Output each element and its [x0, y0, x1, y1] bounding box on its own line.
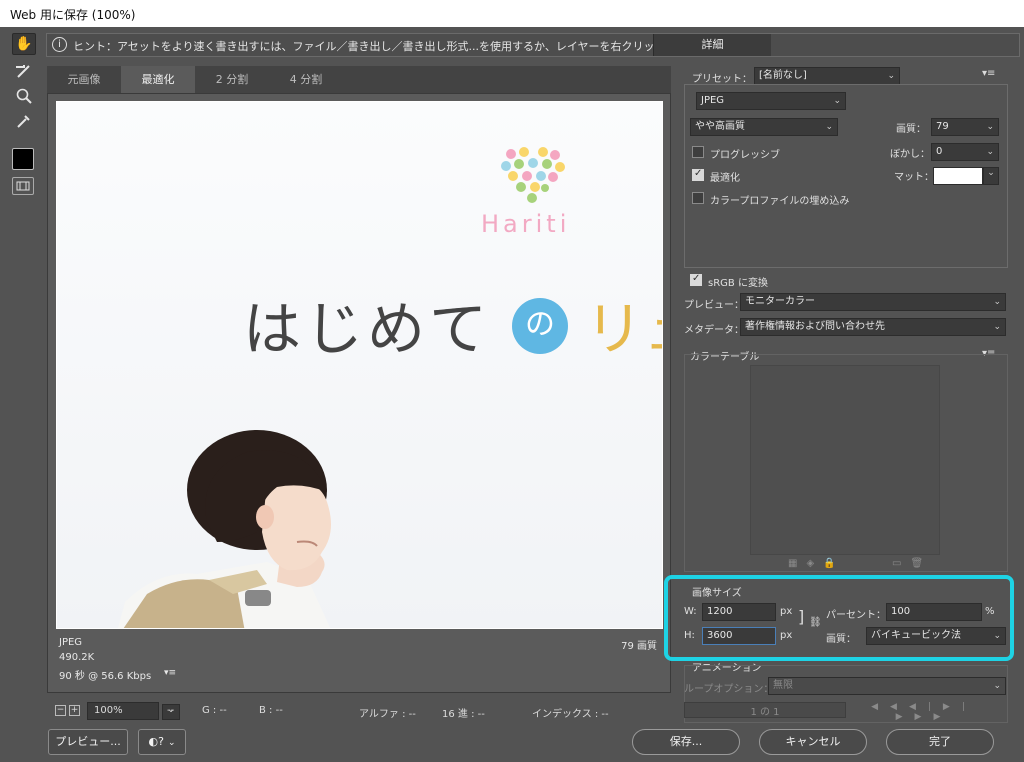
info-quality: 79 画質 [621, 641, 657, 652]
playback-controls-icon[interactable]: ◀◀◀|▶|▶▶▶ [844, 702, 1004, 722]
tab-4up[interactable]: 4 分割 [269, 66, 343, 93]
tab-2up[interactable]: 2 分割 [195, 66, 269, 93]
zoom-out-button[interactable]: − [55, 705, 66, 716]
tool-strip: ✋ [0, 27, 46, 762]
zoom-select[interactable]: 100% ⌄ [87, 702, 180, 720]
preview-value: モニターカラー [745, 296, 815, 307]
color-table[interactable] [750, 365, 940, 555]
matte-color-swatch[interactable] [933, 167, 983, 185]
detail-button[interactable]: 詳細 [653, 34, 771, 56]
preview-select[interactable]: モニターカラー ⌄ [740, 293, 1006, 311]
zoom-in-button[interactable]: + [69, 705, 80, 716]
preset-label: プリセット： [692, 74, 752, 85]
format-select[interactable]: JPEG ⌄ [696, 92, 846, 110]
metadata-value: 著作権情報および問い合わせ先 [745, 321, 885, 332]
metadata-select[interactable]: 著作権情報および問い合わせ先 ⌄ [740, 318, 1006, 336]
format-value: JPEG [701, 95, 725, 106]
embed-profile-checkbox[interactable] [692, 192, 704, 204]
preview-label: プレビュー： [684, 300, 744, 311]
preset-value: [名前なし] [759, 70, 807, 81]
view-tabs: 元画像 最適化 2 分割 4 分割 [47, 66, 671, 93]
loop-value: 無限 [773, 680, 793, 691]
tab-optimized[interactable]: 最適化 [121, 66, 195, 93]
quality-preset-value: やや高画質 [695, 121, 745, 132]
done-button[interactable]: 完了 [886, 729, 994, 755]
image-size-highlight [664, 575, 1014, 661]
bottom-bar: プレビュー... ◐? ⌄ 保存... キャンセル 完了 [0, 724, 1024, 762]
status-bar: − + 100% ⌄ -- G : -- B : -- アルファ : -- 16… [47, 700, 671, 722]
hint-text: ヒント：アセットをより速く書き出すには、ファイル／書き出し／書き出し形式...を… [73, 40, 721, 53]
srgb-label: sRGB に変換 [708, 278, 768, 289]
frame-indicator: 1 の 1 [684, 702, 846, 718]
hint-bar: i ヒント：アセットをより速く書き出すには、ファイル／書き出し／書き出し形式..… [46, 33, 1020, 57]
progressive-checkbox[interactable] [692, 146, 704, 158]
hariti-heart-logo [501, 147, 565, 203]
color-table-tools-icon[interactable]: ▦◈🔒 [788, 558, 845, 569]
color-swatch[interactable] [12, 148, 34, 170]
chevron-down-icon: ⌄ [993, 322, 1001, 332]
browser-icon: ◐? [148, 735, 164, 748]
info-format: JPEG [59, 637, 83, 648]
status-alpha: アルファ : -- [359, 709, 416, 720]
status-hex: 16 進 : -- [442, 709, 485, 720]
loop-select[interactable]: 無限 ⌄ [768, 677, 1006, 695]
chevron-down-icon: ⌄ [825, 122, 833, 132]
browser-preview-button[interactable]: ◐? ⌄ [138, 729, 186, 755]
preview-image[interactable]: Hariti はじめて の リュ [56, 101, 663, 629]
hand-tool-icon[interactable]: ✋ [12, 33, 36, 55]
chevron-down-icon[interactable]: ⌄ [983, 167, 999, 185]
panel-menu-icon[interactable]: ▾≡ [982, 68, 995, 79]
embed-profile-label: カラープロファイルの埋め込み [710, 196, 850, 207]
headline-circle: の [512, 298, 568, 354]
blur-input[interactable]: 0 ⌄ [931, 143, 999, 161]
chevron-down-icon: ⌄ [986, 122, 994, 132]
headline-text: はじめて [243, 295, 492, 363]
chevron-down-icon: ⌄ [887, 71, 895, 81]
slice-select-tool-icon[interactable] [12, 60, 36, 82]
status-index: インデックス : -- [532, 709, 609, 720]
chevron-down-icon: ⌄ [833, 96, 841, 106]
quality-label: 画質： [896, 124, 926, 135]
quality-preset-select[interactable]: やや高画質 ⌄ [690, 118, 838, 136]
eyedropper-tool-icon[interactable] [12, 110, 36, 132]
progressive-label: プログレッシブ [710, 150, 780, 161]
status-b: B : -- [259, 705, 283, 716]
quality-value: 79 [936, 121, 949, 132]
chevron-down-icon: ⌄ [986, 147, 994, 157]
hariti-logo-text: Hariti [481, 210, 571, 238]
tab-original[interactable]: 元画像 [47, 66, 121, 93]
cancel-button[interactable]: キャンセル [759, 729, 867, 755]
chevron-down-icon: ⌄ [993, 297, 1001, 307]
info-size: 490.2K [59, 652, 95, 663]
quality-input[interactable]: 79 ⌄ [931, 118, 999, 136]
optimized-label: 最適化 [710, 173, 740, 184]
srgb-checkbox[interactable] [690, 273, 702, 286]
headline-partial: リュ [585, 295, 662, 363]
chevron-down-icon: ⌄ [167, 738, 176, 748]
info-menu-icon[interactable]: ▾≡ [164, 668, 176, 678]
status-g: G : -- [202, 705, 227, 716]
zoom-value: 100% [94, 705, 123, 716]
toggle-slices-icon[interactable] [12, 177, 34, 195]
save-button[interactable]: 保存... [632, 729, 740, 755]
preset-select[interactable]: [名前なし] ⌄ [754, 67, 900, 85]
loop-label: ループオプション： [684, 684, 774, 695]
window-title: Web 用に保存 (100%) [0, 0, 1024, 27]
optimized-checkbox[interactable] [692, 168, 704, 181]
status-r: -- [167, 705, 175, 716]
child-photo [118, 430, 331, 628]
preview-button[interactable]: プレビュー... [48, 729, 128, 755]
blur-label: ぼかし： [890, 149, 930, 160]
metadata-label: メタデータ： [684, 325, 744, 336]
info-icon: i [52, 37, 67, 52]
info-time: 90 秒 @ 56.6 Kbps [59, 671, 152, 682]
matte-label: マット： [894, 172, 934, 183]
blur-value: 0 [936, 146, 943, 157]
chevron-down-icon: ⌄ [993, 681, 1001, 691]
image-info: JPEG 490.2K 90 秒 @ 56.6 Kbps ▾≡ 79 画質 [56, 632, 663, 690]
zoom-tool-icon[interactable] [12, 85, 36, 107]
color-table-actions-icon[interactable]: ▭🗑 [892, 558, 932, 569]
